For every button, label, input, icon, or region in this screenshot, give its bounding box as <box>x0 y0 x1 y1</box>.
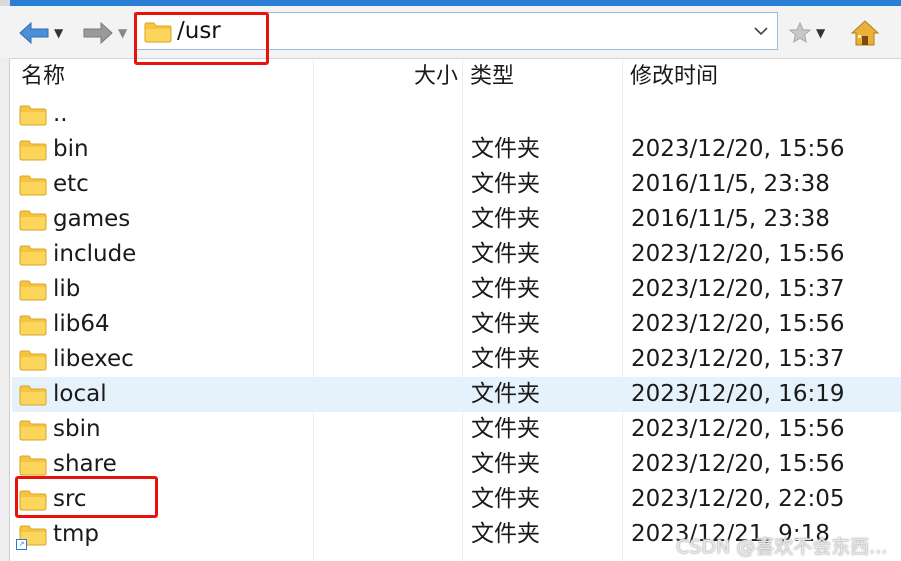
file-type: 文件夹 <box>471 346 540 372</box>
file-modified-time: 2023/12/20, 15:56 <box>631 416 845 442</box>
folder-icon <box>19 244 47 270</box>
table-row[interactable]: local 文件夹 2023/12/20, 16:19 <box>12 377 901 412</box>
folder-icon <box>144 21 172 47</box>
chevron-down-icon[interactable] <box>753 23 769 43</box>
file-modified-time: 2023/12/20, 16:19 <box>631 381 845 407</box>
file-modified-time: 2016/11/5, 23:38 <box>631 206 830 232</box>
file-type: 文件夹 <box>471 206 540 232</box>
home-button[interactable] <box>850 16 880 50</box>
file-name: share <box>53 451 117 477</box>
table-row[interactable]: lib 文件夹 2023/12/20, 15:37 <box>12 272 901 307</box>
file-modified-time: 2023/12/20, 15:56 <box>631 136 845 162</box>
back-dropdown-icon[interactable]: ▼ <box>54 26 63 40</box>
folder-icon <box>19 384 47 410</box>
back-button[interactable]: ▼ <box>18 16 63 50</box>
forward-button[interactable]: ▼ <box>82 16 127 50</box>
star-icon <box>788 21 812 44</box>
column-header-type-label: 类型 <box>470 64 515 89</box>
folder-icon <box>19 419 47 445</box>
address-bar[interactable] <box>134 12 778 50</box>
table-row[interactable]: etc 文件夹 2016/11/5, 23:38 <box>12 167 901 202</box>
home-icon <box>850 20 880 46</box>
file-name: local <box>53 381 107 407</box>
forward-dropdown-icon[interactable]: ▼ <box>118 26 127 40</box>
file-modified-time: 2016/11/5, 23:38 <box>631 171 830 197</box>
file-type: 文件夹 <box>471 171 540 197</box>
file-name: bin <box>53 136 89 162</box>
file-name: etc <box>53 171 89 197</box>
file-type: 文件夹 <box>471 486 540 512</box>
file-type: 文件夹 <box>471 521 540 547</box>
column-header-type[interactable]: 类型 <box>470 60 620 94</box>
file-name: libexec <box>53 346 134 372</box>
file-modified-time: 2023/12/20, 22:05 <box>631 486 845 512</box>
file-name: lib64 <box>53 311 110 337</box>
column-header-name-label: 名称 <box>21 64 66 89</box>
table-row[interactable]: src 文件夹 2023/12/20, 22:05 <box>12 482 901 517</box>
table-row[interactable]: games 文件夹 2016/11/5, 23:38 <box>12 202 901 237</box>
table-row[interactable]: include 文件夹 2023/12/20, 15:56 <box>12 237 901 272</box>
forward-arrow-icon <box>83 21 113 45</box>
file-type: 文件夹 <box>471 416 540 442</box>
left-pane-edge <box>0 58 10 561</box>
table-row[interactable]: .. <box>12 97 901 132</box>
table-row[interactable]: bin 文件夹 2023/12/20, 15:56 <box>12 132 901 167</box>
watermark: CSDN @喜欢不会东西... <box>676 536 888 558</box>
file-modified-time: 2023/12/20, 15:56 <box>631 241 845 267</box>
folder-icon <box>19 174 47 200</box>
back-arrow-icon <box>19 21 49 45</box>
file-type: 文件夹 <box>471 451 540 477</box>
file-type: 文件夹 <box>471 276 540 302</box>
folder-icon <box>19 314 47 340</box>
table-row[interactable]: sbin 文件夹 2023/12/20, 15:56 <box>12 412 901 447</box>
folder-icon <box>19 489 47 515</box>
column-header-modified[interactable]: 修改时间 <box>630 60 900 94</box>
file-name: src <box>53 486 87 512</box>
folder-icon <box>19 454 47 480</box>
favorite-button[interactable]: ▼ <box>788 16 825 50</box>
file-name: sbin <box>53 416 101 442</box>
file-name: games <box>53 206 131 232</box>
shortcut-arrow-icon: ↗ <box>16 539 27 550</box>
folder-icon <box>19 209 47 235</box>
column-header-size-label: 大小 <box>413 64 458 89</box>
table-row[interactable]: share 文件夹 2023/12/20, 15:56 <box>12 447 901 482</box>
folder-icon <box>19 279 47 305</box>
file-modified-time: 2023/12/20, 15:37 <box>631 346 845 372</box>
file-modified-time: 2023/12/20, 15:56 <box>631 451 845 477</box>
file-modified-time: 2023/12/20, 15:56 <box>631 311 845 337</box>
file-type: 文件夹 <box>471 136 540 162</box>
folder-icon <box>19 104 47 130</box>
file-name: include <box>53 241 137 267</box>
file-name: tmp <box>53 521 100 547</box>
file-type: 文件夹 <box>471 241 540 267</box>
address-input[interactable] <box>177 17 737 45</box>
folder-icon <box>19 139 47 165</box>
folder-icon <box>19 349 47 375</box>
file-type: 文件夹 <box>471 311 540 337</box>
file-name: lib <box>53 276 81 302</box>
column-header-modified-label: 修改时间 <box>630 64 719 89</box>
table-row[interactable]: lib64 文件夹 2023/12/20, 15:56 <box>12 307 901 342</box>
favorite-dropdown-icon[interactable]: ▼ <box>816 26 825 40</box>
file-modified-time: 2023/12/20, 15:37 <box>631 276 845 302</box>
file-type: 文件夹 <box>471 381 540 407</box>
column-header-size[interactable]: 大小 <box>312 60 460 94</box>
file-name: .. <box>53 101 68 127</box>
column-header-name[interactable]: 名称 <box>21 60 311 94</box>
table-row[interactable]: libexec 文件夹 2023/12/20, 15:37 <box>12 342 901 377</box>
